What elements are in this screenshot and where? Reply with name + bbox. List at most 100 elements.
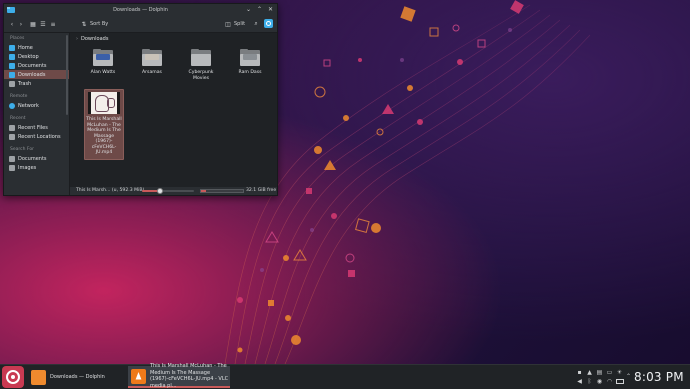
free-space-fill [201,190,207,192]
split-button[interactable]: ◫ Split [224,19,245,29]
vlc-tray-icon[interactable]: ▲ [586,369,593,376]
sidebar-item-home[interactable]: Home [4,43,69,52]
task-dolphin[interactable]: Downloads — Dolphin [28,366,126,388]
status-text: This Is Marsh... (u, 592.3 MiB) [76,188,145,193]
search-icon: ⌕ [254,20,258,27]
back-arrow-icon: ‹ [10,20,14,28]
icons-view-icon: ▦ [30,20,36,28]
view-icons-button[interactable]: ▦ [29,19,37,29]
search-for-header: Search For [10,147,34,152]
breadcrumb[interactable]: › Downloads [76,36,108,42]
status-bar: This Is Marsh... (u, 592.3 MiB) 32.1 GiB… [70,187,277,195]
toolbar: ‹ › ▦ ☰ ≡ ⇅ Sort By ◫ Split ⌕ [4,16,277,33]
vlc-cone-glyph [135,371,142,381]
volume-icon[interactable]: ◀ [576,378,583,385]
zoom-slider-handle[interactable] [157,188,164,194]
window-titlebar[interactable]: Downloads — Dolphin ⌄ ⌃ ✕ [4,4,277,16]
sidebar-item-network[interactable]: Network [4,101,69,110]
split-label: Split [234,21,246,27]
back-button[interactable]: ‹ [8,19,16,29]
folder-icon [240,49,260,66]
maximize-icon[interactable]: ⌃ [256,6,263,13]
downloads-folder-icon [9,71,15,78]
minimize-icon[interactable]: ⌄ [245,6,252,13]
free-space-text: 32.1 GiB free [246,188,277,193]
dolphin-window[interactable]: Downloads — Dolphin ⌄ ⌃ ✕ ‹ › ▦ ☰ ≡ ⇅ Sor… [3,3,278,196]
sidebar-item-search-images[interactable]: Images [4,163,69,172]
sort-icon: ⇅ [81,20,87,28]
launcher-icon [6,370,20,384]
display-icon[interactable]: ▭ [606,369,613,376]
split-icon: ◫ [225,20,231,28]
sort-by-label: Sort By [90,21,109,27]
application-launcher-button[interactable] [2,366,24,388]
file-item-ram-dass[interactable]: Ram Dass [231,49,269,76]
file-name: Alan Watts [90,70,116,75]
free-space-bar [200,189,244,193]
file-view[interactable]: › Downloads Alan Watts Arsamas Cyberpunk… [70,33,277,187]
folder-icon [93,49,113,66]
recent-locations-icon [9,133,15,140]
forward-arrow-icon: › [19,20,23,28]
task-vlc[interactable]: This Is Marshall McLuhan - The Medium Is… [128,363,230,389]
sidebar-item-downloads[interactable]: Downloads [4,70,69,79]
system-tray: ▪ ▲ ▤ ▭ ☀ ◀ ᛒ ◉ ◠ [576,368,628,386]
sidebar-item-trash[interactable]: Trash [4,79,69,88]
notification-icon[interactable]: ▪ [576,369,583,376]
view-details-button[interactable]: ≡ [49,19,57,29]
file-name: Ram Dass [238,70,262,75]
taskbar: Downloads — Dolphin This Is Marshall McL… [0,363,690,389]
sidebar-item-recent-locations[interactable]: Recent Locations [4,132,69,141]
documents-folder-icon [9,62,15,69]
home-icon [9,44,15,51]
sidebar-item-search-documents[interactable]: Documents [4,154,69,163]
view-compact-button[interactable]: ☰ [39,19,47,29]
bluetooth-icon[interactable]: ᛒ [586,378,593,385]
search-images-icon [9,164,15,171]
folder-icon [142,49,162,66]
menu-icon [266,21,271,26]
close-icon[interactable]: ✕ [267,6,274,13]
compact-view-icon: ☰ [40,20,46,28]
sidebar-scrollbar[interactable] [66,35,68,115]
file-item-mcluhan-video[interactable]: This Is Marshall McLuhan - The Medium Is… [84,89,124,160]
vlc-cone-icon [131,368,146,384]
sidebar-item-documents[interactable]: Documents [4,61,69,70]
network-icon [9,102,15,109]
places-sidebar: Places Home Desktop Documents Downloads … [4,33,70,195]
updates-icon[interactable]: ◉ [596,378,603,385]
tray-expand-icon[interactable]: ⌃ [626,373,631,380]
chevron-right-icon: › [76,36,78,42]
sidebar-item-desktop[interactable]: Desktop [4,52,69,61]
sort-by-button[interactable]: ⇅ Sort By [80,19,108,29]
hamburger-menu-button[interactable] [264,19,273,28]
file-name: Arsamas [142,70,162,75]
file-item-alan-watts[interactable]: Alan Watts [84,49,122,76]
digital-clock[interactable]: 8:03 PM [634,370,684,384]
remote-header: Remote [10,94,28,99]
search-button[interactable]: ⌕ [252,19,260,29]
zoom-slider[interactable] [142,188,194,194]
file-item-arsamas[interactable]: Arsamas [133,49,171,76]
folder-icon [31,369,46,385]
battery-icon[interactable] [616,379,624,384]
file-item-cyberpunk-movies[interactable]: Cyberpunk Movies [182,49,220,81]
places-header: Places [10,36,25,41]
dolphin-app-icon [7,7,15,13]
recent-header: Recent [10,116,26,121]
forward-button[interactable]: › [17,19,25,29]
clipboard-icon[interactable]: ▤ [596,369,603,376]
folder-icon [191,49,211,66]
task-label: Downloads — Dolphin [50,373,105,380]
task-label: This Is Marshall McLuhan - The Medium Is… [150,363,229,389]
file-name: Cyberpunk Movies [188,70,214,81]
breadcrumb-location[interactable]: Downloads [81,36,108,42]
video-thumbnail [88,92,120,114]
wifi-icon[interactable]: ◠ [606,378,613,385]
file-name: This Is Marshall McLuhan - The Medium Is… [86,117,122,155]
sidebar-item-recent-files[interactable]: Recent Files [4,123,69,132]
desktop-icon [9,53,15,60]
trash-icon [9,80,15,87]
brightness-icon[interactable]: ☀ [616,369,623,376]
search-documents-icon [9,155,15,162]
